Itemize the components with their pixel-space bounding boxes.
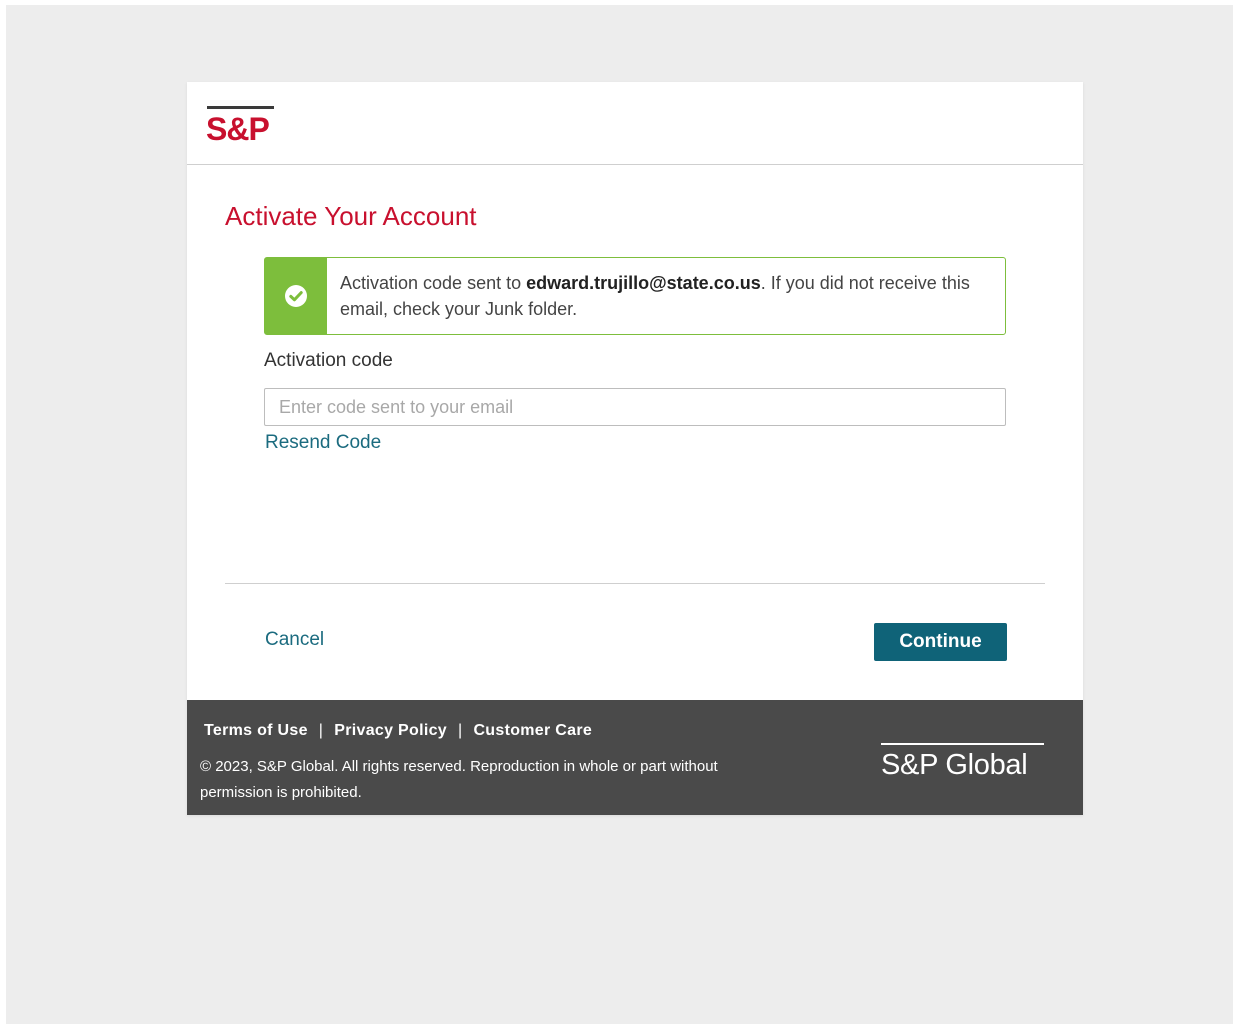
cancel-button[interactable]: Cancel bbox=[265, 627, 324, 653]
alert-email: edward.trujillo@state.co.us bbox=[526, 273, 761, 293]
activation-card: S&P Activate Your Account Activation cod… bbox=[187, 82, 1083, 815]
alert-message: Activation code sent to edward.trujillo@… bbox=[340, 270, 990, 322]
terms-of-use-link[interactable]: Terms of Use bbox=[204, 722, 308, 739]
success-alert: Activation code sent to edward.trujillo@… bbox=[264, 257, 1006, 335]
alert-text-before: Activation code sent to bbox=[340, 273, 527, 293]
alert-icon-panel bbox=[265, 258, 327, 334]
divider bbox=[225, 583, 1045, 584]
card-header: S&P bbox=[187, 82, 1083, 165]
copyright-text: © 2023, S&P Global. All rights reserved.… bbox=[200, 758, 718, 801]
footer-separator: | bbox=[457, 722, 463, 739]
footer-separator: | bbox=[318, 722, 324, 739]
check-circle-icon bbox=[285, 285, 307, 307]
page-title: Activate Your Account bbox=[225, 201, 477, 231]
privacy-policy-link[interactable]: Privacy Policy bbox=[334, 722, 447, 739]
resend-code-link[interactable]: Resend Code bbox=[265, 430, 381, 456]
footer-links: Terms of Use | Privacy Policy | Customer Car… bbox=[204, 720, 592, 742]
customer-care-link[interactable]: Customer Care bbox=[473, 722, 592, 739]
sp-global-logo: S&P Global bbox=[881, 749, 1028, 781]
continue-button[interactable]: Continue bbox=[874, 623, 1007, 661]
activation-code-input[interactable] bbox=[264, 388, 1006, 426]
activation-code-label: Activation code bbox=[264, 350, 393, 371]
footer: Terms of Use | Privacy Policy | Customer Car… bbox=[187, 700, 1083, 815]
sp-logo: S&P bbox=[206, 111, 270, 147]
footer-logo-bar bbox=[881, 743, 1044, 745]
